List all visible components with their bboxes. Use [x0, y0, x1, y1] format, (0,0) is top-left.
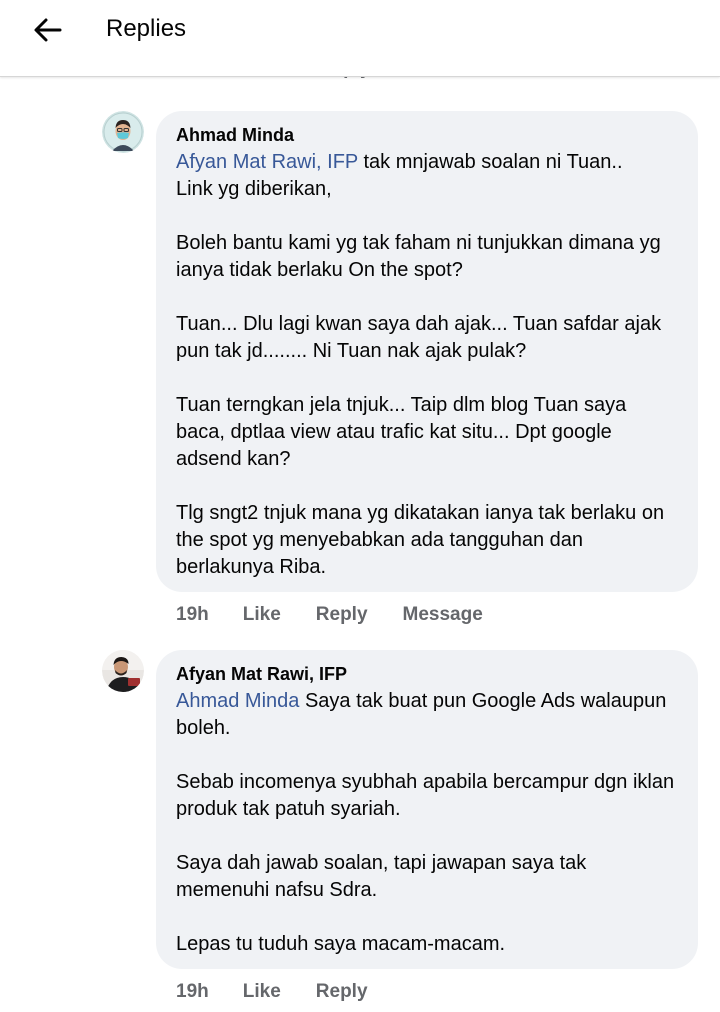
comment-paragraph: Saya dah jawab soalan, tapi jawapan saya…: [176, 852, 587, 901]
comment-bubble[interactable]: Afyan Mat Rawi, IFP Ahmad Minda Saya tak…: [156, 650, 698, 969]
replies-page: Replies 19h Like Reply Ahmad Minda Afyan…: [0, 0, 720, 1012]
comment-paragraph: Ahmad Minda Saya tak buat pun Google Ads…: [176, 688, 678, 742]
comment-text: Ahmad Minda Saya tak buat pun Google Ads…: [176, 688, 678, 958]
comment-paragraph: Boleh bantu kami yg tak faham ni tunjukk…: [176, 232, 661, 281]
comment-time[interactable]: 19h: [176, 604, 209, 626]
mention-link[interactable]: Afyan Mat Rawi, IFP: [176, 151, 358, 173]
comment-paragraph: Lepas tu tuduh saya macam-macam.: [176, 933, 506, 955]
comment-text: Afyan Mat Rawi, IFP tak mnjawab soalan n…: [176, 149, 678, 581]
avatar-man-photo-icon: [102, 650, 144, 692]
like-button[interactable]: Like: [243, 604, 281, 626]
avatar-masked-man-icon: [102, 111, 144, 153]
reply-button[interactable]: Reply: [316, 604, 368, 626]
like-button[interactable]: Like: [243, 981, 281, 1003]
page-title: Replies: [106, 15, 187, 42]
arrow-left-icon: [34, 18, 62, 42]
comment-time[interactable]: 19h: [176, 981, 209, 1003]
avatar[interactable]: [102, 111, 144, 153]
top-bar: Replies: [0, 0, 720, 77]
comment-paragraph: Tuan... Dlu lagi kwan saya dah ajak... T…: [176, 313, 662, 362]
comment-author[interactable]: Afyan Mat Rawi, IFP: [176, 662, 678, 686]
comment-paragraph: Afyan Mat Rawi, IFP tak mnjawab soalan n…: [176, 149, 678, 203]
comment-paragraph: Tuan terngkan jela tnjuk... Taip dlm blo…: [176, 394, 627, 470]
reply-button[interactable]: Reply: [316, 981, 368, 1003]
comment-author[interactable]: Ahmad Minda: [176, 123, 678, 147]
message-button[interactable]: Message: [403, 604, 483, 626]
avatar[interactable]: [102, 650, 144, 692]
mention-link[interactable]: Ahmad Minda: [176, 690, 299, 712]
comment-bubble[interactable]: Ahmad Minda Afyan Mat Rawi, IFP tak mnja…: [156, 111, 698, 592]
comment-actions: 19h Like Reply: [176, 979, 403, 1005]
comment-paragraph: Tlg sngt2 tnjuk mana yg dikatakan ianya …: [176, 502, 665, 578]
back-button[interactable]: [26, 8, 70, 52]
comment-paragraph: Sebab incomenya syubhah apabila bercampu…: [176, 771, 675, 820]
comment-actions: 19h Like Reply Message: [176, 602, 518, 628]
